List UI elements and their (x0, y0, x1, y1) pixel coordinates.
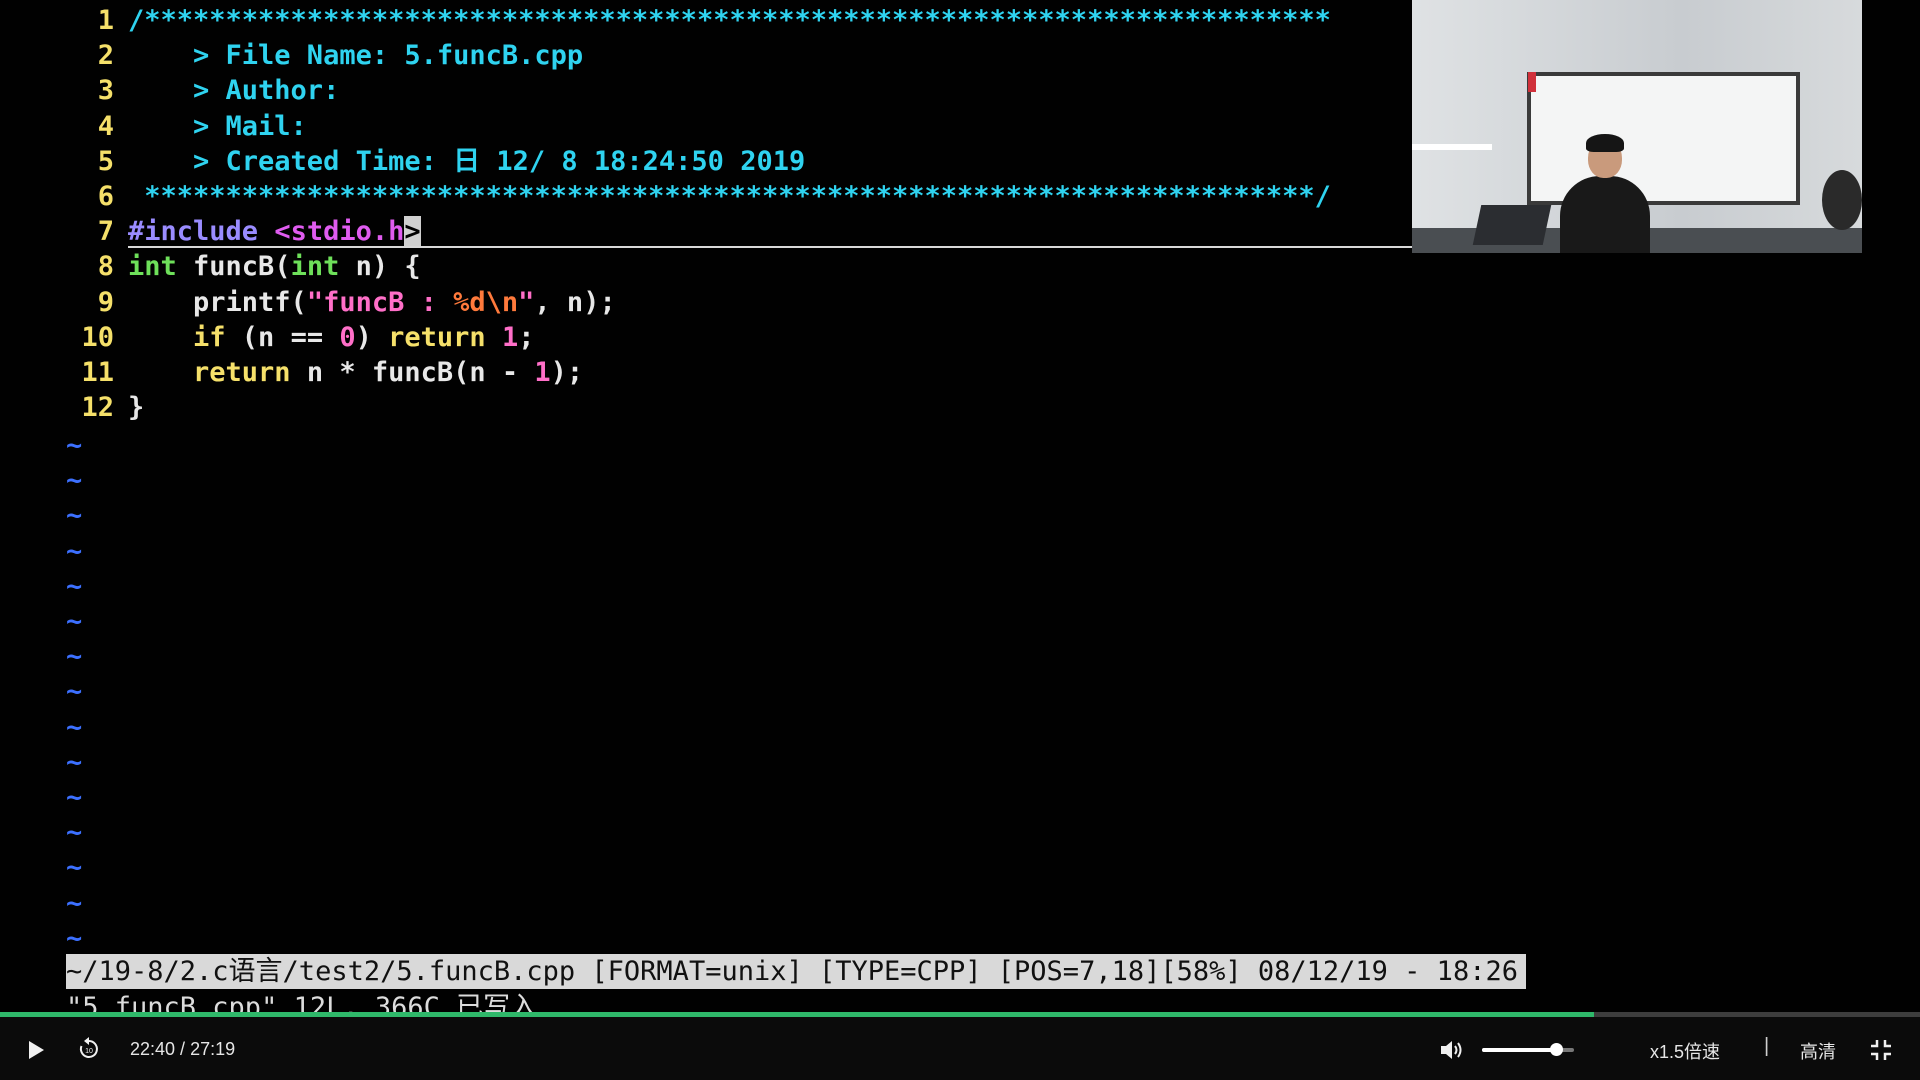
code-token: ; (518, 321, 535, 353)
code-token: ) (355, 321, 389, 353)
line-number: 4 (97, 110, 114, 142)
total-time: 27:19 (190, 1039, 236, 1059)
line-number: 8 (97, 251, 114, 283)
vim-message-line: "5.funcB.cpp" 12L, 366C 已写入 (66, 992, 538, 1012)
line-number: 11 (81, 357, 114, 388)
empty-line-tilde: ~ (66, 922, 83, 954)
code-token: (n == (225, 321, 340, 353)
code-token: int (290, 251, 340, 283)
play-button[interactable] (22, 1037, 48, 1063)
replay-icon: 10 (79, 1037, 98, 1058)
empty-line-tilde: ~ (66, 500, 83, 532)
empty-line-tilde: ~ (66, 676, 83, 708)
code-text: ****************************************… (128, 179, 1331, 214)
empty-line-tilde: ~ (66, 606, 83, 637)
svg-text:10: 10 (85, 1048, 93, 1055)
code-token: } (128, 392, 145, 424)
line-number: 9 (97, 286, 114, 318)
presenter-image (1560, 134, 1650, 253)
empty-line-tilde: ~ (66, 570, 83, 602)
code-token: > Created Time: 日 12/ 8 18:24:50 2019 (128, 145, 806, 177)
empty-line-tilde: ~ (66, 887, 83, 919)
volume-handle[interactable] (1549, 1043, 1563, 1056)
line-number: 12 (81, 392, 114, 424)
empty-line-tilde: ~ (66, 641, 83, 673)
empty-line-tilde: ~ (66, 430, 83, 461)
empty-line-tilde: ~ (66, 535, 83, 567)
code-token: %d\n (453, 286, 519, 318)
code-text: if (n == 0) return 1; (128, 320, 534, 355)
video-frame[interactable]: 1 /**************************************… (0, 0, 1920, 1012)
volume-fill (1482, 1048, 1556, 1052)
code-token: if (128, 321, 226, 353)
speaker-icon (1441, 1041, 1462, 1059)
code-text: > File Name: 5.funcB.cpp (128, 38, 583, 73)
exit-fullscreen-icon (1871, 1040, 1891, 1060)
empty-line-tilde: ~ (66, 711, 83, 743)
code-token: printf( (128, 286, 307, 318)
code-token: ); (550, 357, 584, 388)
volume-button[interactable] (1438, 1037, 1466, 1063)
replay-10s-button[interactable]: 10 (76, 1036, 102, 1062)
code-token: 1 (501, 321, 519, 353)
speed-button[interactable]: x1.5倍速 (1650, 1038, 1720, 1064)
code-token: ****************************************… (128, 181, 1331, 212)
time-separator: / (175, 1039, 191, 1059)
quality-button[interactable]: 高清 (1800, 1038, 1836, 1064)
code-token: > Mail: (128, 110, 307, 142)
code-token: 0 (339, 321, 356, 353)
empty-line-tilde: ~ (66, 852, 83, 884)
code-token: , n); (534, 286, 616, 318)
code-token: <stdio.h (274, 216, 405, 248)
line-number: 3 (97, 75, 114, 107)
vim-status-line: ~/19-8/2.c语言/test2/5.funcB.cpp [FORMAT=u… (66, 954, 1526, 989)
exit-fullscreen-button[interactable] (1868, 1037, 1894, 1063)
code-text: printf("funcB : %d\n", n); (128, 285, 616, 320)
line-number: 10 (81, 321, 114, 353)
code-text: > Created Time: 日 12/ 8 18:24:50 2019 (128, 144, 805, 179)
code-token: return (128, 357, 291, 388)
webcam-overlay (1412, 0, 1862, 253)
volume-slider[interactable] (1482, 1043, 1574, 1056)
code-text: } (128, 390, 144, 425)
code-token: return (388, 321, 486, 353)
time-display: 22:40 / 27:19 (130, 1039, 235, 1060)
code-token: > Author: (128, 75, 340, 107)
code-token: /***************************************… (128, 5, 1331, 36)
current-time: 22:40 (130, 1039, 176, 1059)
code-token: " (518, 286, 535, 318)
control-divider: | (1764, 1035, 1770, 1057)
line-number: 5 (97, 145, 114, 177)
empty-line-tilde: ~ (66, 465, 83, 497)
cursorline-underline (128, 246, 1414, 248)
line-number: 7 (97, 216, 114, 248)
line-number: 1 (97, 5, 114, 36)
empty-line-tilde: ~ (66, 817, 83, 849)
empty-line-tilde: ~ (66, 746, 83, 778)
code-token: n) { (339, 251, 421, 283)
code-text: > Mail: (128, 109, 307, 144)
text-cursor: > (404, 216, 421, 248)
code-token: n * funcB(n - (290, 357, 535, 388)
line-number: 2 (97, 40, 114, 72)
code-text: int funcB(int n) { (128, 249, 421, 284)
laptop-image (1472, 205, 1552, 245)
player-controls: 10 22:40 / 27:19 x1.5倍速 | 高清 (0, 1017, 1920, 1080)
code-token: #include (128, 216, 275, 248)
code-text: #include <stdio.h> (128, 214, 421, 249)
empty-line-tilde: ~ (66, 782, 83, 813)
code-text: return n * funcB(n - 1); (128, 355, 583, 390)
code-token: funcB( (176, 251, 291, 283)
code-token: "funcB : (306, 286, 454, 318)
code-token: > File Name: 5.funcB.cpp (128, 40, 584, 72)
code-text: /***************************************… (128, 3, 1331, 38)
code-token: int (128, 251, 177, 283)
code-token: 1 (534, 357, 551, 388)
line-number: 6 (97, 181, 114, 212)
play-icon (29, 1041, 44, 1059)
code-text: > Author: (128, 73, 339, 108)
